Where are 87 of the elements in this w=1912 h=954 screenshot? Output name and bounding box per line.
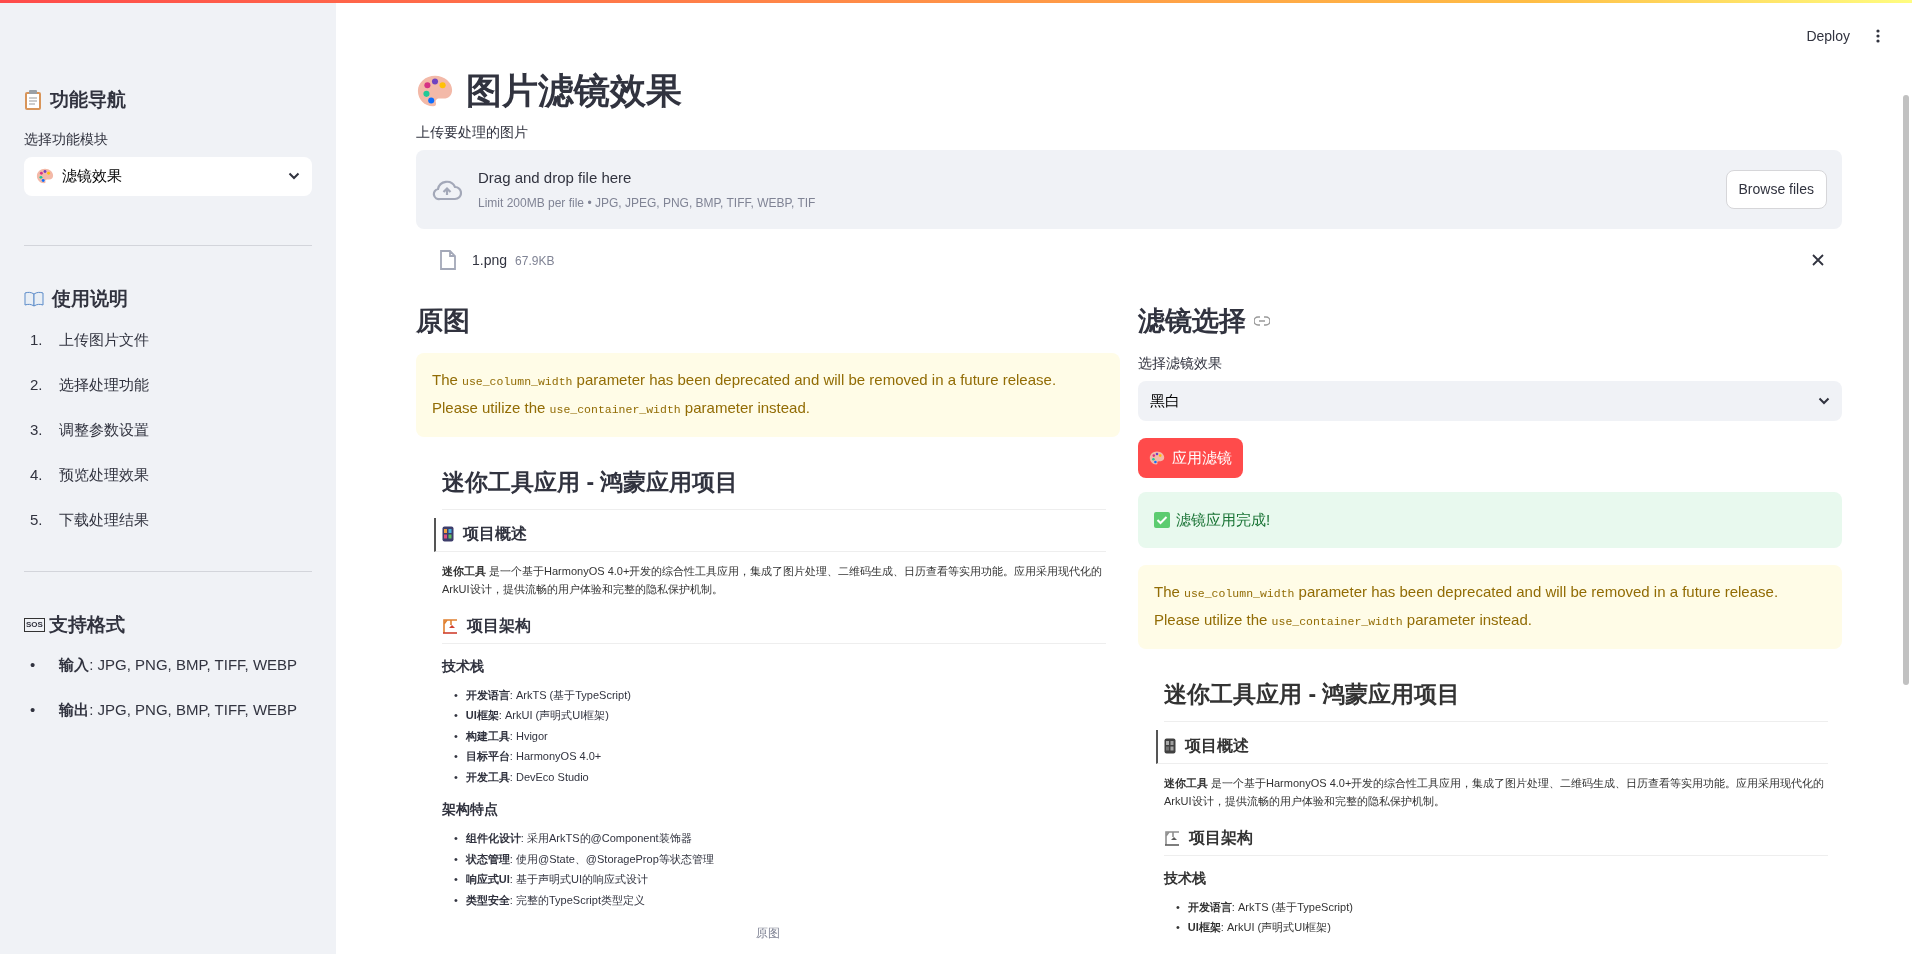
list-bullet: • bbox=[454, 831, 458, 847]
document-title: 迷你工具应用 - 鸿蒙应用项目 bbox=[442, 457, 1106, 510]
step-text: 预览处理效果 bbox=[58, 464, 149, 485]
dropzone-text: Drag and drop file here bbox=[478, 168, 633, 189]
list-bullet: • bbox=[454, 769, 458, 785]
list-number: 3. bbox=[30, 419, 43, 440]
sidebar-heading: 功能导航 bbox=[50, 89, 126, 112]
palette-icon bbox=[36, 167, 54, 186]
sidebar-heading: 使用说明 bbox=[52, 287, 128, 311]
select-label: 选择滤镜效果 bbox=[1138, 354, 1223, 374]
list-bullet: • bbox=[30, 655, 36, 676]
list-bullet: • bbox=[454, 872, 458, 888]
list-bullet: • bbox=[454, 749, 458, 765]
list-bullet: • bbox=[454, 851, 458, 867]
crane-icon bbox=[1164, 829, 1180, 846]
chevron-down-icon bbox=[288, 172, 300, 181]
list-item: UI框架: ArkUI (声明式UI框架) bbox=[465, 708, 609, 724]
list-bullet: • bbox=[454, 708, 458, 724]
column-heading: 原图 bbox=[416, 305, 471, 338]
clipboard-icon bbox=[24, 89, 42, 112]
anchor-link[interactable] bbox=[1254, 316, 1270, 327]
paragraph: 迷你工具 是一个基于HarmonyOS 4.0+开发的综合性工具应用，集成了图片处理、二维码生成、日历查看等实用功能。应用采用现代化的ArkUI设计，提供流畅的用户体验和完整的隐私保护机制。 bbox=[1164, 775, 1826, 809]
select-label: 选择功能模块 bbox=[24, 129, 109, 149]
page-title: 图片滤镜效果 bbox=[466, 69, 682, 113]
list-item: 响应式UI: 基于声明式UI的响应式设计 bbox=[465, 872, 648, 888]
section-heading: 项目概述 bbox=[1185, 735, 1249, 756]
list-item: 类型安全: 完整的TypeScript类型定义 bbox=[465, 892, 645, 908]
module-select[interactable]: 滤镜效果 bbox=[24, 156, 312, 196]
cloud-upload-icon bbox=[432, 178, 462, 201]
file-name: 1.png bbox=[472, 252, 508, 269]
list-number: 2. bbox=[30, 374, 43, 395]
section-heading: 项目概述 bbox=[463, 523, 527, 544]
dropzone-hint: Limit 200MB per file • JPG, JPEG, PNG, BMP, TIFF, WEBP, TIF bbox=[478, 194, 817, 212]
filter-select[interactable]: 黑白 bbox=[1138, 381, 1842, 422]
document-title: 迷你工具应用 - 鸿蒙应用项目 bbox=[1164, 669, 1828, 722]
step-text: 上传图片文件 bbox=[58, 329, 149, 350]
step-text: 下载处理结果 bbox=[58, 509, 149, 530]
phone-icon bbox=[1164, 737, 1176, 754]
close-icon bbox=[1812, 254, 1824, 267]
list-item: 状态管理: 使用@State、@StorageProp等状态管理 bbox=[465, 851, 714, 867]
link-icon bbox=[1254, 316, 1270, 327]
list-bullet: • bbox=[454, 892, 458, 908]
image-caption: 原图 bbox=[755, 925, 781, 943]
list-item: 开发语言: ArkTS (基于TypeScript) bbox=[1187, 899, 1353, 915]
list-item: 开发语言: ArkTS (基于TypeScript) bbox=[465, 687, 631, 703]
paragraph: 迷你工具 是一个基于HarmonyOS 4.0+开发的综合性工具应用，集成了图片处理、二维码生成、日历查看等实用功能。应用采用现代化的ArkUI设计，提供流畅的用户体验和完整的隐私保护机制。 bbox=[442, 563, 1104, 597]
format-text: 输入: JPG, PNG, BMP, TIFF, WEBP bbox=[59, 655, 298, 676]
sos-sign: SOS bbox=[24, 618, 45, 632]
kebab-menu-icon bbox=[1876, 29, 1880, 43]
deploy-button[interactable]: Deploy bbox=[1804, 21, 1852, 51]
format-text: 输出: JPG, PNG, BMP, TIFF, WEBP bbox=[59, 700, 298, 721]
menu-button[interactable] bbox=[1874, 27, 1882, 45]
list-number: 4. bbox=[30, 464, 43, 485]
subheading: 技术栈 bbox=[442, 656, 485, 676]
file-size: 67.9KB bbox=[515, 254, 555, 269]
phone-icon bbox=[442, 525, 454, 542]
step-text: 选择处理功能 bbox=[58, 374, 149, 395]
list-bullet: • bbox=[454, 728, 458, 744]
file-icon bbox=[440, 250, 456, 271]
open-book-icon bbox=[24, 291, 44, 308]
palette-icon bbox=[1149, 450, 1165, 467]
list-item: 开发工具: DevEco Studio bbox=[465, 769, 589, 785]
crane-icon bbox=[442, 617, 458, 634]
deprecation-warning: The use_column_width parameter has been deprecated and will be removed in a future release. Please utilize the use_container_width parameter instead. bbox=[416, 353, 1120, 438]
list-item: 组件化设计: 采用ArkTS的@Component装饰器 bbox=[465, 831, 692, 847]
uploader-label: 上传要处理的图片 bbox=[416, 123, 529, 143]
column-heading: 滤镜选择 bbox=[1138, 305, 1246, 338]
list-item: 目标平台: HarmonyOS 4.0+ bbox=[465, 749, 602, 765]
list-bullet: • bbox=[454, 687, 458, 703]
list-item: UI框架: ArkUI (声明式UI框架) bbox=[1187, 920, 1331, 936]
check-box-icon bbox=[1154, 512, 1170, 529]
subheading: 技术栈 bbox=[1164, 868, 1207, 888]
list-bullet: • bbox=[30, 700, 36, 721]
section-heading: 项目架构 bbox=[1189, 827, 1253, 848]
section-heading: 项目架构 bbox=[467, 615, 531, 636]
list-bullet: • bbox=[1176, 920, 1180, 936]
step-text: 调整参数设置 bbox=[58, 419, 149, 440]
browse-files-button[interactable]: Browse files bbox=[1725, 170, 1827, 210]
list-item: 构建工具: Hvigor bbox=[465, 728, 548, 744]
success-text: 滤镜应用完成! bbox=[1176, 509, 1271, 530]
deprecation-warning: The use_column_width parameter has been deprecated and will be removed in a future release. Please utilize the use_container_width parameter instead. bbox=[1138, 565, 1842, 650]
list-number: 1. bbox=[30, 329, 43, 350]
list-bullet: • bbox=[1176, 899, 1180, 915]
sidebar-heading: 支持格式 bbox=[48, 613, 125, 637]
list-number: 5. bbox=[30, 509, 43, 530]
chevron-down-icon bbox=[1818, 397, 1830, 406]
subheading: 架构特点 bbox=[442, 800, 499, 820]
